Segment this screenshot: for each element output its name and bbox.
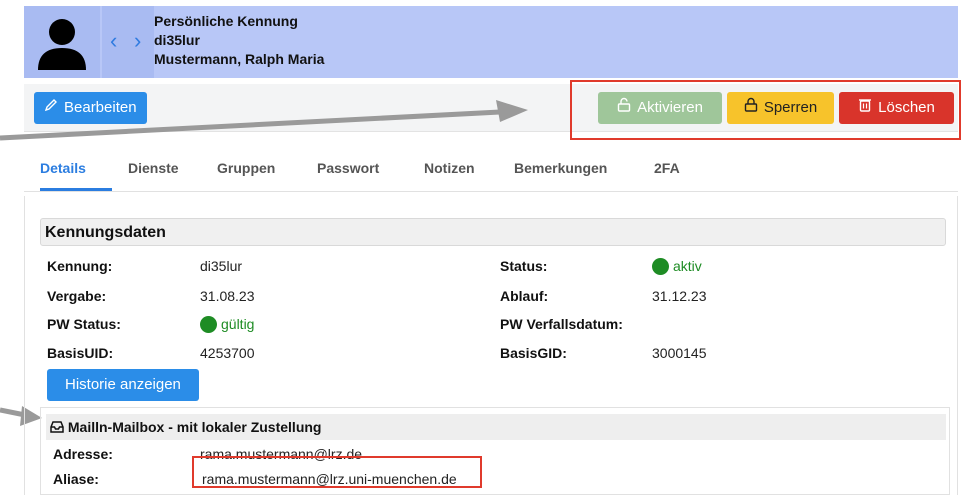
pw-status-value: gültig bbox=[200, 316, 254, 333]
highlight-box-actions bbox=[570, 80, 961, 140]
tab-passwort[interactable]: Passwort bbox=[317, 160, 379, 176]
inbox-icon bbox=[50, 419, 68, 435]
basisuid-value: 4253700 bbox=[200, 345, 255, 361]
tab-bemerkungen[interactable]: Bemerkungen bbox=[514, 160, 607, 176]
ablauf-label: Ablauf: bbox=[500, 288, 549, 304]
tab-notizen[interactable]: Notizen bbox=[424, 160, 475, 176]
vergabe-value: 31.08.23 bbox=[200, 288, 255, 304]
mailbox-title-text: Mailln-Mailbox - mit lokaler Zustellung bbox=[67, 419, 322, 435]
history-button[interactable]: Historie anzeigen bbox=[47, 369, 199, 401]
tab-2fa[interactable]: 2FA bbox=[654, 160, 680, 176]
active-tab-indicator bbox=[40, 188, 112, 191]
status-dot-icon bbox=[652, 258, 669, 275]
pw-status-text: gültig bbox=[221, 316, 255, 332]
status-label: Status: bbox=[500, 258, 548, 274]
status-text: aktiv bbox=[673, 258, 702, 274]
status-value: aktiv bbox=[652, 258, 702, 275]
aliase-label: Aliase: bbox=[53, 471, 99, 487]
basisgid-label: BasisGID: bbox=[500, 345, 567, 361]
section-title-kennungsdaten: Kennungsdaten bbox=[40, 218, 946, 246]
mailbox-title: Mailln-Mailbox - mit lokaler Zustellung bbox=[46, 414, 946, 440]
tab-details[interactable]: Details bbox=[40, 160, 86, 176]
pw-status-label: PW Status: bbox=[47, 316, 121, 332]
adresse-label: Adresse: bbox=[53, 446, 113, 462]
vergabe-label: Vergabe: bbox=[47, 288, 107, 304]
basisuid-label: BasisUID: bbox=[47, 345, 114, 361]
annotation-arrow-icon bbox=[0, 100, 528, 141]
pw-status-dot-icon bbox=[200, 316, 217, 333]
basisgid-value: 3000145 bbox=[652, 345, 707, 361]
tab-bar: Details Dienste Gruppen Passwort Notizen… bbox=[24, 140, 958, 192]
chevron-left-icon[interactable]: ‹ bbox=[110, 28, 117, 54]
tab-gruppen[interactable]: Gruppen bbox=[217, 160, 275, 176]
kennung-value: di35lur bbox=[200, 258, 243, 274]
pw-verfall-label: PW Verfallsdatum: bbox=[500, 316, 623, 332]
highlight-box-alias bbox=[192, 456, 482, 488]
kennung-label: Kennung: bbox=[47, 258, 113, 274]
account-id: di35lur bbox=[154, 32, 200, 48]
account-type: Persönliche Kennung bbox=[154, 13, 298, 29]
tab-dienste[interactable]: Dienste bbox=[128, 160, 179, 176]
ablauf-value: 31.12.23 bbox=[652, 288, 707, 304]
chevron-right-icon[interactable]: › bbox=[134, 28, 141, 54]
